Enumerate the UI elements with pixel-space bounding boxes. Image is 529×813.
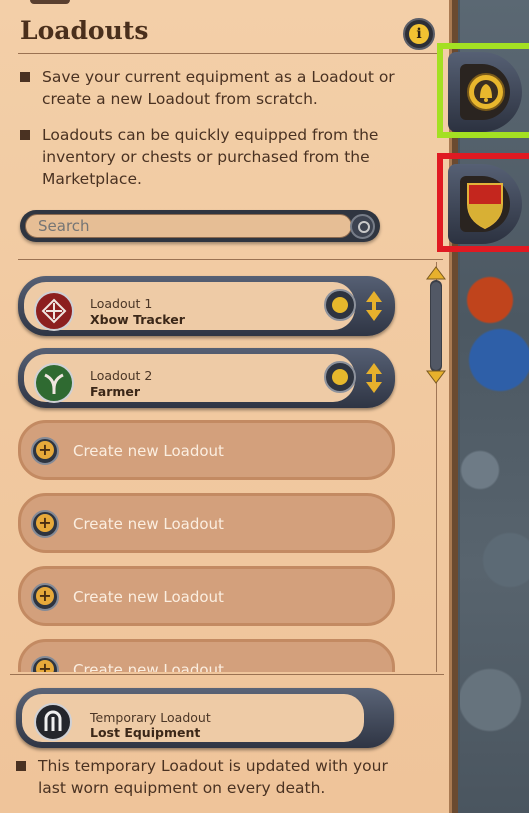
create-loadout-label: Create new Loadout [73, 442, 224, 460]
temporary-note-text: This temporary Loadout is updated with y… [38, 757, 388, 797]
tombstone-icon [34, 703, 72, 741]
loadouts-panel: Loadouts i Save your current equipment a… [0, 0, 458, 813]
title-divider [18, 53, 443, 54]
panel-frame-ornament [30, 0, 70, 4]
bullet-square-icon [16, 761, 26, 771]
create-loadout-label: Create new Loadout [73, 588, 224, 606]
highlight-frame [437, 153, 529, 252]
loadout-label: Loadout 1 [90, 296, 153, 311]
create-loadout-button[interactable]: Create new Loadout [18, 420, 395, 480]
plus-icon [31, 656, 59, 672]
plus-icon [31, 583, 59, 611]
scroll-up-icon[interactable] [426, 266, 446, 280]
temporary-divider [10, 674, 444, 675]
temporary-loadout-name: Lost Equipment [90, 725, 201, 740]
create-loadout-button[interactable]: Create new Loadout [18, 639, 395, 672]
loadout-row[interactable]: Loadout 2 Farmer [18, 348, 395, 408]
plus-icon [31, 510, 59, 538]
info-icon: i [409, 24, 429, 44]
crossbow-icon [34, 291, 74, 331]
loadout-name: Xbow Tracker [90, 312, 185, 327]
equip-loadout-button[interactable] [324, 289, 356, 321]
create-loadout-button[interactable]: Create new Loadout [18, 566, 395, 626]
bullet-square-icon [20, 130, 30, 140]
loadout-list: Loadout 1 Xbow Tracker Loadout 2 Farmer [0, 262, 430, 672]
loadout-row-body: Loadout 1 Xbow Tracker [24, 282, 355, 331]
loadout-row[interactable]: Loadout 1 Xbow Tracker [18, 276, 395, 336]
bullet-equip: Loadouts can be quickly equipped from th… [20, 124, 430, 190]
bullet-text: Loadouts can be quickly equipped from th… [42, 126, 379, 188]
search-divider [18, 259, 443, 260]
loadout-row-body: Loadout 2 Farmer [24, 354, 355, 403]
bullet-save: Save your current equipment as a Loadout… [20, 66, 430, 110]
reorder-arrows-icon[interactable] [365, 291, 383, 321]
create-loadout-label: Create new Loadout [73, 515, 224, 533]
highlight-frame [437, 43, 529, 138]
scrollbar-thumb[interactable] [431, 282, 441, 370]
temporary-loadout-body: Temporary Loadout Lost Equipment [22, 694, 364, 742]
search-input[interactable] [25, 214, 352, 238]
create-loadout-button[interactable]: Create new Loadout [18, 493, 395, 553]
bullet-square-icon [20, 72, 30, 82]
temporary-loadout-row[interactable]: Temporary Loadout Lost Equipment [16, 688, 394, 748]
equip-loadout-button[interactable] [324, 361, 356, 393]
scrollbar[interactable] [430, 280, 442, 372]
scroll-down-icon[interactable] [426, 370, 446, 384]
plus-icon [31, 437, 59, 465]
reorder-arrows-icon[interactable] [365, 363, 383, 393]
sickle-icon [34, 363, 74, 403]
bullet-text: Save your current equipment as a Loadout… [42, 68, 395, 108]
temporary-note: This temporary Loadout is updated with y… [16, 755, 396, 799]
loadout-name: Farmer [90, 384, 141, 399]
search-bar [20, 210, 380, 242]
temporary-loadout-label: Temporary Loadout [90, 710, 211, 725]
search-button[interactable] [350, 214, 375, 239]
panel-title: Loadouts [20, 16, 149, 45]
info-button[interactable]: i [403, 18, 435, 50]
loadout-label: Loadout 2 [90, 368, 153, 383]
create-loadout-label: Create new Loadout [73, 661, 224, 672]
